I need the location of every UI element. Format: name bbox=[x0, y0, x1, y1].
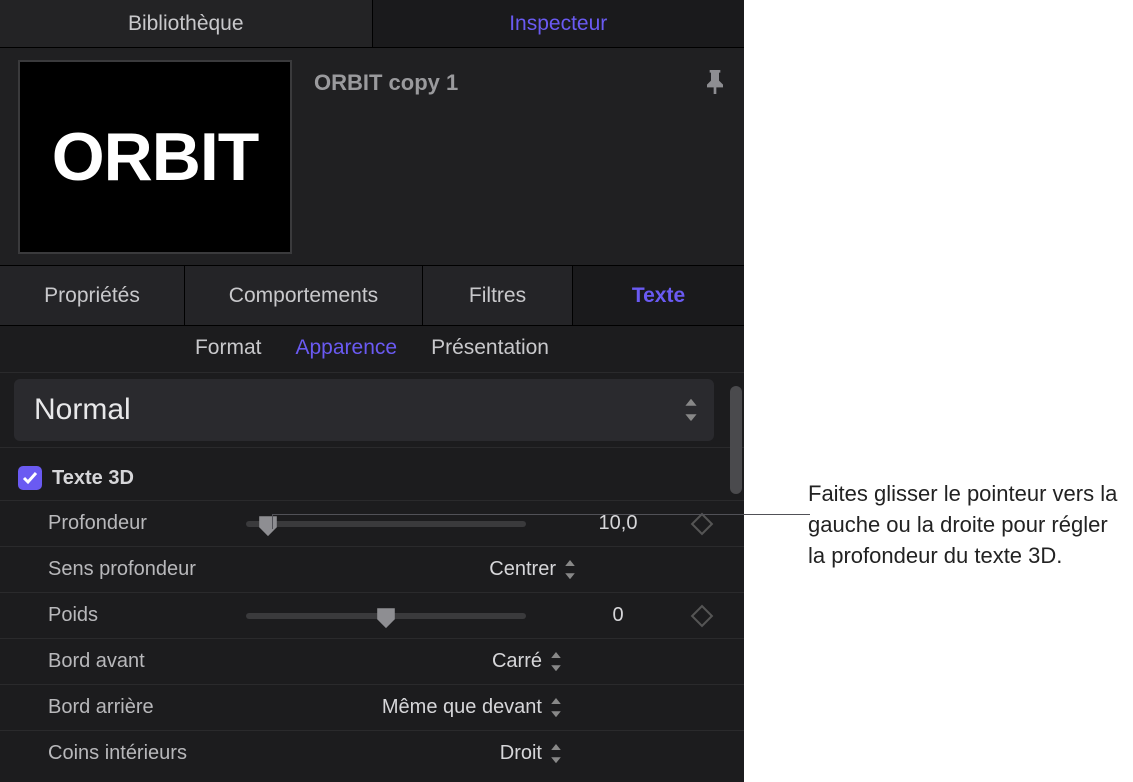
depth-keyframe[interactable] bbox=[691, 512, 714, 535]
weight-label: Poids bbox=[48, 604, 246, 627]
front-edge-label: Bord avant bbox=[48, 650, 246, 673]
thumbnail-text: ORBIT bbox=[52, 118, 259, 196]
appearance-style-popup[interactable]: Normal bbox=[14, 379, 714, 441]
appearance-style-value: Normal bbox=[34, 393, 131, 427]
updown-icon bbox=[564, 560, 576, 579]
param-depth-label: Profondeur bbox=[48, 512, 246, 535]
back-edge-popup[interactable]: Même que devant bbox=[382, 696, 710, 719]
param-depth: Profondeur 10,0 bbox=[0, 500, 744, 546]
pin-icon[interactable] bbox=[706, 70, 724, 94]
inspector-panel: Bibliothèque Inspecteur ORBIT ORBIT copy… bbox=[0, 0, 744, 782]
inside-corners-value: Droit bbox=[500, 742, 542, 765]
panel-tabs: Bibliothèque Inspecteur bbox=[0, 0, 744, 48]
check-icon bbox=[22, 470, 38, 486]
text-subtabs: Format Apparence Présentation bbox=[0, 326, 744, 372]
updown-icon bbox=[684, 399, 698, 421]
depth-value[interactable]: 10,0 bbox=[548, 512, 688, 535]
subtab-format[interactable]: Format bbox=[195, 336, 262, 360]
updown-icon bbox=[550, 652, 562, 671]
subtab-layout[interactable]: Présentation bbox=[431, 336, 549, 360]
object-header-right: ORBIT copy 1 bbox=[304, 48, 744, 265]
updown-icon bbox=[550, 698, 562, 717]
param-depth-direction: Sens profondeur Centrer bbox=[0, 546, 744, 592]
subtab-appearance[interactable]: Apparence bbox=[296, 336, 398, 360]
callout-text: Faites glisser le pointeur vers la gauch… bbox=[808, 478, 1128, 572]
callout-leader-line bbox=[272, 514, 810, 515]
param-inside-corners: Coins intérieurs Droit bbox=[0, 730, 744, 776]
back-edge-value: Même que devant bbox=[382, 696, 542, 719]
tab-inspector[interactable]: Inspecteur bbox=[373, 0, 745, 47]
updown-icon bbox=[550, 744, 562, 763]
inspector-tabs: Propriétés Comportements Filtres Texte bbox=[0, 266, 744, 326]
depth-direction-popup[interactable]: Centrer bbox=[489, 558, 710, 581]
inside-corners-label: Coins intérieurs bbox=[48, 742, 246, 765]
depth-direction-label: Sens profondeur bbox=[48, 558, 246, 581]
depth-direction-value: Centrer bbox=[489, 558, 556, 581]
object-title: ORBIT copy 1 bbox=[314, 70, 728, 96]
style-popup-wrap: Normal bbox=[0, 372, 744, 448]
depth-slider[interactable] bbox=[246, 521, 526, 527]
back-edge-label: Bord arrière bbox=[48, 696, 246, 719]
tab-text[interactable]: Texte bbox=[573, 266, 744, 325]
front-edge-popup[interactable]: Carré bbox=[492, 650, 710, 673]
weight-keyframe[interactable] bbox=[691, 604, 714, 627]
weight-slider[interactable] bbox=[246, 613, 526, 619]
inside-corners-popup[interactable]: Droit bbox=[500, 742, 710, 765]
section-texte3d: Texte 3D bbox=[0, 448, 744, 500]
param-back-edge: Bord arrière Même que devant bbox=[0, 684, 744, 730]
slider-thumb-icon[interactable] bbox=[257, 515, 279, 537]
tab-filters[interactable]: Filtres bbox=[423, 266, 573, 325]
thumbnail-wrap: ORBIT bbox=[0, 48, 304, 265]
weight-value[interactable]: 0 bbox=[548, 604, 688, 627]
callout-leader-drop bbox=[272, 514, 273, 529]
slider-thumb-icon[interactable] bbox=[375, 607, 397, 629]
object-thumbnail: ORBIT bbox=[18, 60, 292, 254]
tab-behaviors[interactable]: Comportements bbox=[185, 266, 423, 325]
param-front-edge: Bord avant Carré bbox=[0, 638, 744, 684]
section-title: Texte 3D bbox=[52, 467, 134, 490]
texte3d-checkbox[interactable] bbox=[18, 466, 42, 490]
front-edge-value: Carré bbox=[492, 650, 542, 673]
object-header: ORBIT ORBIT copy 1 bbox=[0, 48, 744, 266]
scrollbar-thumb[interactable] bbox=[730, 386, 742, 494]
tab-library[interactable]: Bibliothèque bbox=[0, 0, 373, 47]
tab-properties[interactable]: Propriétés bbox=[0, 266, 185, 325]
param-weight: Poids 0 bbox=[0, 592, 744, 638]
